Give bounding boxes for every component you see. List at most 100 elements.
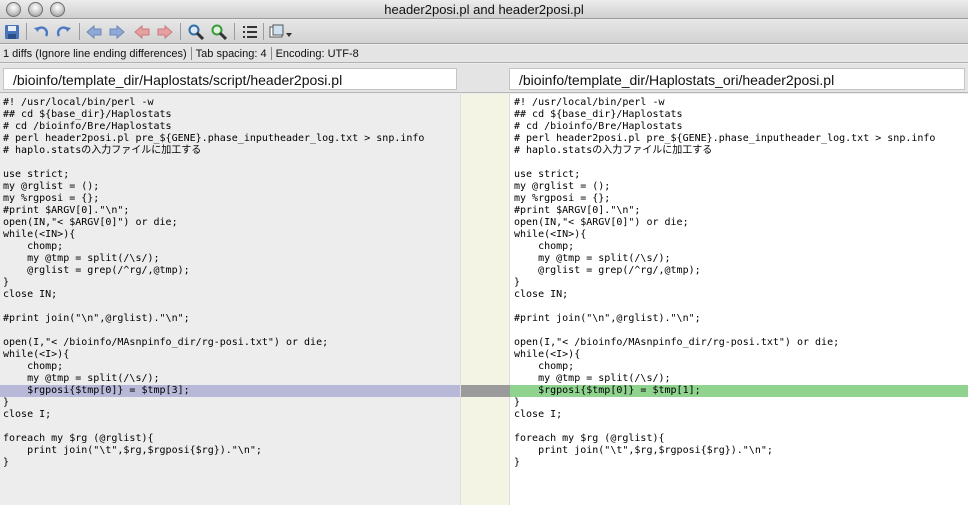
redo-icon <box>56 26 71 37</box>
left-code-pane[interactable]: #! /usr/local/bin/perl -w ## cd ${base_di… <box>0 94 460 505</box>
toolbar-separator <box>263 23 264 40</box>
left-code-line: # perl header2posi.pl pre_${GENE}.phase_… <box>3 133 425 144</box>
toolbar-separator <box>79 23 80 40</box>
right-code-line <box>514 157 968 169</box>
redo-button[interactable] <box>54 22 74 42</box>
right-code-line: } <box>514 397 521 408</box>
left-code-line: chomp; <box>3 361 64 372</box>
right-code-line <box>514 301 968 313</box>
diff-connector[interactable] <box>461 385 511 397</box>
right-code-line: my %rgposi = {}; <box>514 193 611 204</box>
left-code-line: #print $ARGV[0]."\n"; <box>3 205 130 216</box>
find-replace-button[interactable] <box>209 22 229 42</box>
status-bar: 1 diffs (Ignore line ending differences)… <box>0 45 968 63</box>
right-diff-line: $rgposi{$tmp[0]} = $tmp[1]; <box>510 385 968 397</box>
prev-diff-button[interactable] <box>84 22 104 42</box>
save-button[interactable] <box>2 22 22 42</box>
options-menu-button[interactable] <box>268 22 294 42</box>
left-code-line: foreach my $rg (@rglist){ <box>3 433 154 444</box>
diff-count-label: 1 diffs (Ignore line ending differences) <box>3 47 187 60</box>
left-code-line: use strict; <box>3 169 70 180</box>
left-code-line: close I; <box>3 409 52 420</box>
right-code-line: #! /usr/local/bin/perl -w <box>514 97 665 108</box>
right-code-line: chomp; <box>514 361 575 372</box>
right-code-line: foreach my $rg (@rglist){ <box>514 433 665 444</box>
left-code-line: chomp; <box>3 241 64 252</box>
right-code-line: my @tmp = split(/\s/); <box>514 253 671 264</box>
toolbar <box>0 20 968 44</box>
left-code-line: print join("\t",$rg,$rgposi{$rg})."\n"; <box>3 445 262 456</box>
right-code: #! /usr/local/bin/perl -w ## cd ${base_di… <box>510 97 968 469</box>
left-code-line <box>3 421 460 433</box>
left-code-line <box>3 301 460 313</box>
right-code-line <box>514 421 968 433</box>
right-code-line: # haplo.statsの入力ファイルに加工する <box>514 145 713 156</box>
left-code-line: my @tmp = split(/\s/); <box>3 253 160 264</box>
find-button[interactable] <box>186 22 206 42</box>
left-code-line: my %rgposi = {}; <box>3 193 100 204</box>
left-code-line: #print join("\n",@rglist)."\n"; <box>3 313 190 324</box>
first-diff-icon <box>134 24 150 40</box>
left-code-line: my @tmp = split(/\s/); <box>3 373 160 384</box>
left-code-line: # haplo.statsの入力ファイルに加工する <box>3 145 202 156</box>
next-diff-button[interactable] <box>107 22 127 42</box>
title-bar: header2posi.pl and header2posi.pl <box>0 0 968 19</box>
tab-spacing-label[interactable]: Tab spacing: 4 <box>196 48 267 60</box>
encoding-label[interactable]: Encoding: UTF-8 <box>276 48 359 60</box>
left-code-line: } <box>3 457 10 468</box>
right-code-line: close I; <box>514 409 563 420</box>
last-diff-button[interactable] <box>155 22 175 42</box>
left-diff-line: $rgposi{$tmp[0]} = $tmp[3]; <box>0 385 460 397</box>
right-code-line: my @tmp = split(/\s/); <box>514 373 671 384</box>
right-code-line: while(<IN>){ <box>514 229 587 240</box>
right-code-line: open(I,"< /bioinfo/MAsnpinfo_dir/rg-posi… <box>514 337 840 348</box>
right-code-line: #print join("\n",@rglist)."\n"; <box>514 313 701 324</box>
last-diff-icon <box>157 24 173 40</box>
right-code-line: # cd /bioinfo/Bre/Haplostats <box>514 121 683 132</box>
next-diff-icon <box>109 24 125 40</box>
right-code-line: print join("\t",$rg,$rgposi{$rg})."\n"; <box>514 445 773 456</box>
left-code-line: } <box>3 277 10 288</box>
toolbar-separator <box>26 23 27 40</box>
left-code-line: my @rglist = (); <box>3 181 100 192</box>
find-icon <box>188 24 204 40</box>
options-menu-icon <box>269 24 292 38</box>
right-code-line: @rglist = grep(/^rg/,@tmp); <box>514 265 701 276</box>
path-bar: /bioinfo/template_dir/Haplostats/script/… <box>0 64 968 93</box>
right-code-pane[interactable]: #! /usr/local/bin/perl -w ## cd ${base_di… <box>510 94 968 505</box>
left-code: #! /usr/local/bin/perl -w ## cd ${base_di… <box>0 97 460 469</box>
right-code-line: open(IN,"< $ARGV[0]") or die; <box>514 217 689 228</box>
left-code-line: } <box>3 397 10 408</box>
left-code-line: open(IN,"< $ARGV[0]") or die; <box>3 217 178 228</box>
left-code-line <box>3 157 460 169</box>
save-icon <box>5 25 19 39</box>
first-diff-button[interactable] <box>132 22 152 42</box>
left-code-line: while(<IN>){ <box>3 229 76 240</box>
right-code-line: ## cd ${base_dir}/Haplostats <box>514 109 683 120</box>
right-code-line: #print $ARGV[0]."\n"; <box>514 205 641 216</box>
right-code-line: chomp; <box>514 241 575 252</box>
undo-button[interactable] <box>31 22 51 42</box>
left-code-line: @rglist = grep(/^rg/,@tmp); <box>3 265 190 276</box>
diff-window: header2posi.pl and header2posi.pl 1 diff… <box>0 0 968 505</box>
right-code-line: } <box>514 277 521 288</box>
undo-icon <box>34 26 49 37</box>
right-code-line: # perl header2posi.pl pre_${GENE}.phase_… <box>514 133 936 144</box>
right-code-line: use strict; <box>514 169 581 180</box>
left-code-line: while(<I>){ <box>3 349 70 360</box>
right-code-line: } <box>514 457 521 468</box>
right-code-line: close IN; <box>514 289 569 300</box>
left-code-line: close IN; <box>3 289 58 300</box>
line-numbers-button[interactable] <box>240 22 260 42</box>
diff-gutter[interactable] <box>460 94 511 505</box>
right-code-line <box>514 325 968 337</box>
prev-diff-icon <box>86 24 102 40</box>
left-file-path[interactable]: /bioinfo/template_dir/Haplostats/script/… <box>3 68 457 90</box>
right-code-line: while(<I>){ <box>514 349 581 360</box>
right-code-line: my @rglist = (); <box>514 181 611 192</box>
left-code-line: #! /usr/local/bin/perl -w <box>3 97 154 108</box>
window-title: header2posi.pl and header2posi.pl <box>384 2 584 17</box>
left-code-line: # cd /bioinfo/Bre/Haplostats <box>3 121 172 132</box>
status-separator <box>190 47 192 60</box>
right-file-path[interactable]: /bioinfo/template_dir/Haplostats_ori/hea… <box>509 68 965 90</box>
